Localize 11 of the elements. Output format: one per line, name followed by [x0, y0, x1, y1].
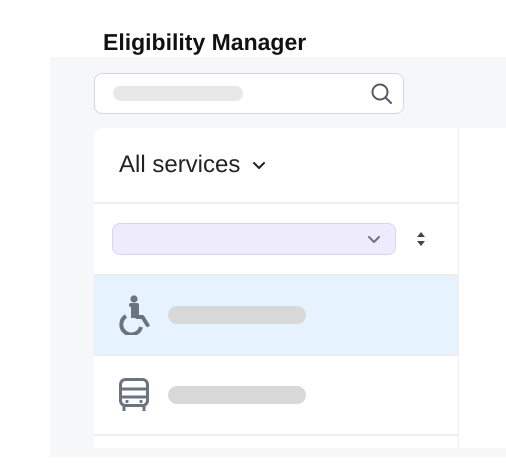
search-field[interactable] [94, 73, 404, 114]
select-field[interactable] [112, 223, 396, 255]
bus-icon [119, 378, 149, 412]
page-title: Eligibility Manager [102, 28, 308, 57]
chevron-down-icon [252, 160, 266, 170]
services-dropdown[interactable]: All services [119, 151, 266, 179]
search-icon [371, 82, 393, 104]
sort-icon[interactable] [416, 231, 426, 247]
chevron-down-icon [367, 234, 381, 244]
wheelchair-icon [117, 295, 151, 335]
service-row[interactable] [94, 276, 458, 356]
